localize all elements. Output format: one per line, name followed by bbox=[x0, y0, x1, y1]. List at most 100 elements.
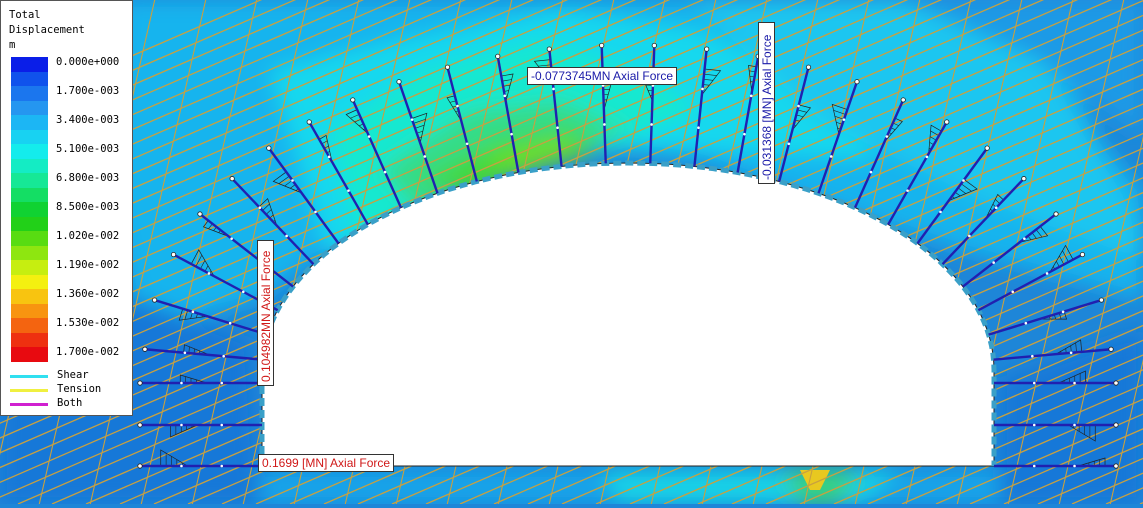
bolt-end-node bbox=[1099, 298, 1103, 302]
bolt-end-node bbox=[901, 98, 905, 102]
bolt-node bbox=[886, 135, 889, 138]
bolt-node bbox=[220, 382, 223, 385]
bolt-end-node bbox=[1114, 464, 1118, 468]
bolt-node bbox=[229, 322, 232, 325]
bolt-end-node bbox=[1080, 252, 1084, 256]
bolt-node bbox=[230, 237, 233, 240]
bolt-node bbox=[220, 424, 223, 427]
bolt-end-node bbox=[138, 464, 142, 468]
legend-line-label: Both bbox=[57, 397, 82, 409]
bolt-end-node bbox=[945, 120, 949, 124]
bolt-end-node bbox=[1054, 212, 1058, 216]
legend-swatch bbox=[11, 57, 48, 72]
legend-swatch bbox=[11, 217, 48, 232]
bolt-node bbox=[1033, 424, 1036, 427]
bolt-node bbox=[1073, 424, 1076, 427]
legend-swatch bbox=[11, 318, 48, 333]
bolt-node bbox=[552, 88, 555, 91]
bolt-node bbox=[1070, 351, 1073, 354]
legend-value-label: 6.800e-003 bbox=[56, 172, 119, 184]
legend-swatch bbox=[11, 130, 48, 145]
bolt-end-node bbox=[599, 43, 603, 47]
bolt-node bbox=[603, 123, 606, 126]
bolt-node bbox=[1033, 382, 1036, 385]
bolt-node bbox=[843, 118, 846, 121]
bolt-node bbox=[368, 135, 371, 138]
bolt-end-node bbox=[855, 80, 859, 84]
bolt-node bbox=[1025, 322, 1028, 325]
bolt-node bbox=[1073, 382, 1076, 385]
bolt-node bbox=[384, 171, 387, 174]
legend-line-swatch bbox=[10, 403, 48, 406]
legend-swatch bbox=[11, 289, 48, 304]
invert-axial-force-label[interactable]: 0.1699 [MN] Axial Force bbox=[258, 454, 394, 472]
legend-value-label: 0.000e+000 bbox=[56, 56, 119, 68]
bolt-node bbox=[906, 189, 909, 192]
bolt-end-node bbox=[397, 80, 401, 84]
bolt-node bbox=[870, 171, 873, 174]
legend-title-line-3: m bbox=[9, 38, 15, 53]
bolt-node bbox=[456, 105, 459, 108]
legend-value-label: 1.190e-002 bbox=[56, 259, 119, 271]
bolt-end-node bbox=[171, 252, 175, 256]
bolt-node bbox=[788, 142, 791, 145]
legend-value-label: 1.700e-003 bbox=[56, 85, 119, 97]
bolt-node bbox=[180, 382, 183, 385]
bolt-end-node bbox=[547, 47, 551, 51]
bolt-node bbox=[1033, 465, 1036, 468]
bolt-end-node bbox=[307, 120, 311, 124]
bolt-end-node bbox=[138, 381, 142, 385]
bolt-node bbox=[743, 133, 746, 136]
crown-axial-force-label[interactable]: -0.0773745MN Axial Force bbox=[527, 67, 677, 85]
bolt-node bbox=[510, 133, 513, 136]
legend-title-line-1: Total bbox=[9, 8, 41, 23]
shoulder-axial-force-label[interactable]: -0.031368 [MN] Axial Force bbox=[758, 22, 775, 184]
bolt-node bbox=[411, 118, 414, 121]
wall-axial-force-label[interactable]: 0.104982MN Axial Force bbox=[257, 240, 274, 386]
legend-swatch bbox=[11, 246, 48, 261]
legend-swatch bbox=[11, 86, 48, 101]
bolt-node bbox=[1011, 291, 1014, 294]
legend-value-label: 8.500e-003 bbox=[56, 201, 119, 213]
bolt-node bbox=[314, 211, 317, 214]
bolt-node bbox=[503, 95, 506, 98]
bolt-node bbox=[1023, 237, 1026, 240]
bolt-node bbox=[1031, 355, 1034, 358]
legend-value-label: 1.700e-002 bbox=[56, 346, 119, 358]
bolt-end-node bbox=[1109, 347, 1113, 351]
bolt-node bbox=[180, 424, 183, 427]
legend-panel: Total Displacement m 0.000e+0001.700e-00… bbox=[0, 0, 133, 416]
bolt-node bbox=[701, 88, 704, 91]
bolt-node bbox=[328, 156, 331, 159]
bolt-node bbox=[697, 126, 700, 129]
bolt-end-node bbox=[806, 65, 810, 69]
bolt-end-node bbox=[496, 54, 500, 58]
bolt-node bbox=[992, 261, 995, 264]
bolt-node bbox=[1062, 311, 1065, 314]
bolt-node bbox=[556, 126, 559, 129]
legend-swatch bbox=[11, 304, 48, 319]
bolt-node bbox=[466, 142, 469, 145]
bolt-node bbox=[192, 311, 195, 314]
bolt-end-node bbox=[138, 423, 142, 427]
bolt-end-node bbox=[985, 146, 989, 150]
bolt-node bbox=[995, 206, 998, 209]
legend-swatch bbox=[11, 275, 48, 290]
legend-swatch bbox=[11, 347, 48, 362]
legend-line-label: Shear bbox=[57, 369, 89, 381]
bolt-node bbox=[830, 155, 833, 158]
bolt-node bbox=[962, 179, 965, 182]
bolt-end-node bbox=[267, 146, 271, 150]
bolt-end-node bbox=[198, 212, 202, 216]
legend-line-label: Tension bbox=[57, 383, 101, 395]
legend-line-swatch bbox=[10, 375, 48, 378]
bolt-end-node bbox=[152, 298, 156, 302]
legend-swatch bbox=[11, 202, 48, 217]
legend-swatch bbox=[11, 173, 48, 188]
bolt-end-node bbox=[351, 98, 355, 102]
bolt-node bbox=[220, 465, 223, 468]
legend-swatch bbox=[11, 72, 48, 87]
model-view[interactable]: Total Displacement m 0.000e+0001.700e-00… bbox=[0, 0, 1143, 504]
legend-swatch bbox=[11, 101, 48, 116]
legend-value-label: 1.020e-002 bbox=[56, 230, 119, 242]
